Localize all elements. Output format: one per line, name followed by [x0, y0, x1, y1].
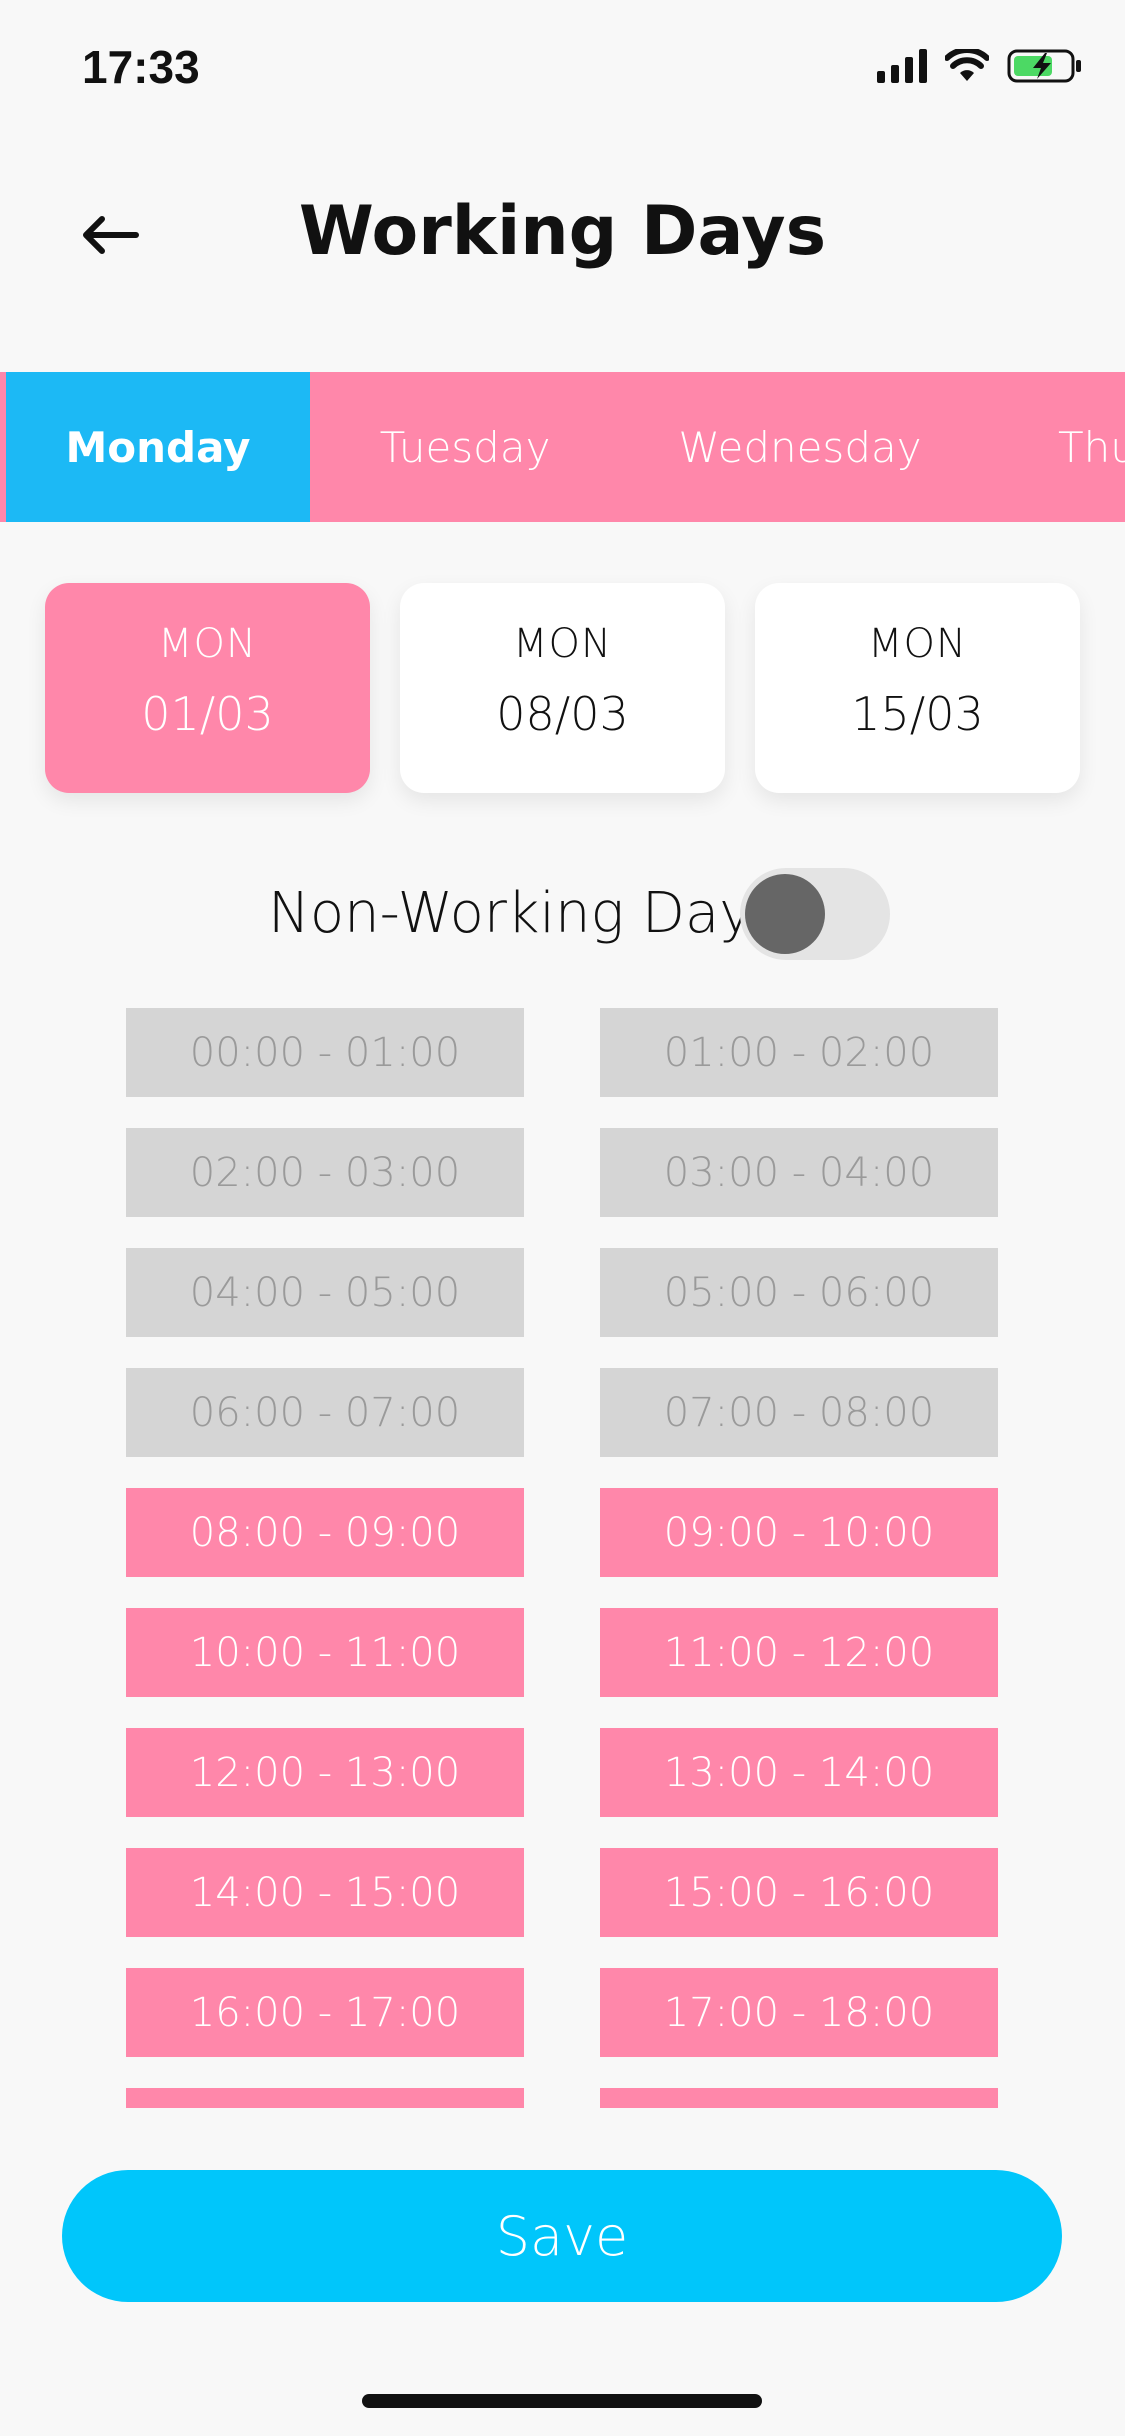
page-title: Working Days	[298, 192, 827, 271]
time-slot[interactable]: 05:00 - 06:00	[600, 1248, 998, 1337]
time-slot[interactable]: 16:00 - 17:00	[126, 1968, 524, 2057]
tab-tuesday[interactable]: Tuesday	[310, 372, 620, 522]
date-card-weekday: MON	[158, 621, 257, 667]
time-slot[interactable]: 12:00 - 13:00	[126, 1728, 524, 1817]
time-slot[interactable]: 02:00 - 03:00	[126, 1128, 524, 1217]
non-working-day-row: Non-Working Day	[0, 865, 1125, 965]
date-card-date: 15/03	[851, 687, 984, 741]
date-card[interactable]: MON 15/03	[755, 583, 1080, 793]
toggle-knob	[745, 874, 825, 954]
time-slot[interactable]: 09:00 - 10:00	[600, 1488, 998, 1577]
time-slot[interactable]: 10:00 - 11:00	[126, 1608, 524, 1697]
time-slot[interactable]: 17:00 - 18:00	[600, 1968, 998, 2057]
tab-thursday[interactable]: Thu	[1010, 372, 1125, 522]
time-slot[interactable]: 03:00 - 04:00	[600, 1128, 998, 1217]
status-time: 17:33	[82, 41, 200, 93]
header: Working Days	[0, 180, 1125, 290]
date-card-date: 01/03	[141, 687, 274, 741]
wifi-icon	[945, 49, 989, 83]
status-bar: 17:33	[0, 0, 1125, 140]
time-slot[interactable]: 01:00 - 02:00	[600, 1008, 998, 1097]
date-card[interactable]: MON 01/03	[45, 583, 370, 793]
home-indicator	[362, 2394, 762, 2408]
day-tabs: Monday Tuesday Wednesday Thu	[0, 372, 1125, 522]
time-slot[interactable]: 04:00 - 05:00	[126, 1248, 524, 1337]
date-cards: MON 01/03 MON 08/03 MON 15/03	[45, 583, 1085, 793]
save-button[interactable]: Save	[62, 2170, 1062, 2302]
non-working-day-label: Non-Working Day	[268, 881, 753, 946]
battery-charging-icon	[1007, 48, 1083, 84]
time-slot[interactable]: 11:00 - 12:00	[600, 1608, 998, 1697]
time-slot[interactable]: 07:00 - 08:00	[600, 1368, 998, 1457]
time-slot[interactable]: 13:00 - 14:00	[600, 1728, 998, 1817]
signal-icon	[877, 49, 927, 83]
time-slot[interactable]: 08:00 - 09:00	[126, 1488, 524, 1577]
date-card-weekday: MON	[513, 621, 612, 667]
non-working-day-toggle[interactable]	[740, 868, 890, 960]
time-slot[interactable]	[126, 2088, 524, 2108]
time-slot[interactable]	[600, 2088, 998, 2108]
date-card[interactable]: MON 08/03	[400, 583, 725, 793]
time-slot[interactable]: 06:00 - 07:00	[126, 1368, 524, 1457]
date-card-weekday: MON	[868, 621, 967, 667]
status-icons	[877, 48, 1083, 84]
time-slot[interactable]: 15:00 - 16:00	[600, 1848, 998, 1937]
tab-monday[interactable]: Monday	[6, 372, 310, 522]
tab-wednesday[interactable]: Wednesday	[630, 372, 970, 522]
time-slot-grid: 00:00 - 01:00 01:00 - 02:00 02:00 - 03:00 0…	[0, 1008, 1125, 2108]
date-card-date: 08/03	[496, 687, 629, 741]
time-slot[interactable]: 14:00 - 15:00	[126, 1848, 524, 1937]
time-slot[interactable]: 00:00 - 01:00	[126, 1008, 524, 1097]
